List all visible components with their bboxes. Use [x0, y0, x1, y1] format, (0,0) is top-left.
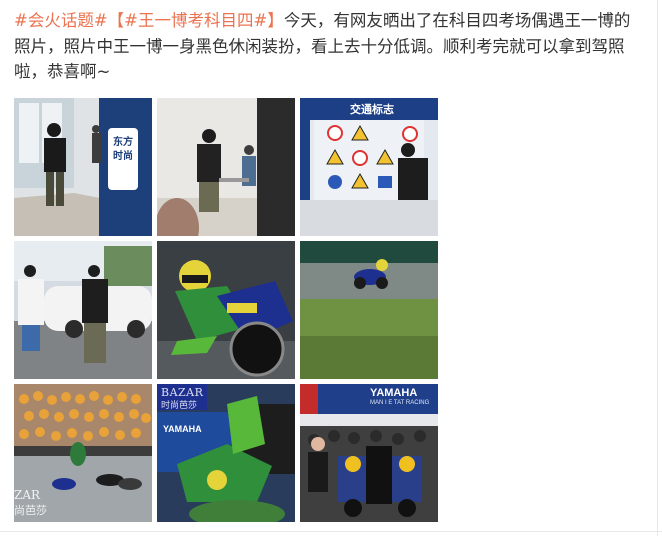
- gallery-image-6[interactable]: [300, 241, 438, 379]
- watermark-bazar-1-sub: 尚芭莎: [14, 504, 47, 517]
- brand-yamaha-1: YAMAHA: [163, 424, 202, 434]
- gallery-image-7[interactable]: ZAR 尚芭莎: [14, 384, 152, 522]
- topic-link-huihuo[interactable]: #会火话题#: [14, 11, 108, 30]
- gallery-image-4[interactable]: [14, 241, 152, 379]
- brand-yamaha-2: YAMAHA: [370, 387, 418, 399]
- card-bottom-border: [0, 531, 662, 532]
- previous-post-edge: [0, 0, 662, 6]
- image-gallery: 东方时尚 交通标志 ZAR 尚芭莎 BAZAR 时尚芭莎 YAMAHA YAMA…: [14, 98, 438, 522]
- gallery-image-5[interactable]: [157, 241, 295, 379]
- watermark-bazar-1: ZAR: [14, 488, 41, 502]
- watermark-bazar-2-sub: 时尚芭莎: [161, 401, 198, 411]
- card-right-border: [657, 0, 658, 536]
- weibo-post: #会火话题#【#王一博考科目四#】今天，有网友晒出了在科目四考场偶遇王一博的照片…: [0, 0, 662, 536]
- post-text: #会火话题#【#王一博考科目四#】今天，有网友晒出了在科目四考场偶遇王一博的照片…: [14, 8, 644, 85]
- gallery-image-9[interactable]: YAMAHA MAN I E TAT RACING: [300, 384, 438, 522]
- gallery-image-8[interactable]: BAZAR 时尚芭莎 YAMAHA: [157, 384, 295, 522]
- gallery-image-3[interactable]: 交通标志: [300, 98, 438, 236]
- topic-link-wangyibo-exam[interactable]: 【#王一博考科目四#】: [108, 11, 284, 30]
- gallery-image-2[interactable]: [157, 98, 295, 236]
- team-name: MAN I E TAT RACING: [370, 400, 430, 406]
- sign-text-dongfangshishang: 东方时尚: [113, 137, 133, 162]
- sign-text-jiaotongbiaozhi: 交通标志: [350, 103, 394, 116]
- gallery-image-1[interactable]: 东方时尚: [14, 98, 152, 236]
